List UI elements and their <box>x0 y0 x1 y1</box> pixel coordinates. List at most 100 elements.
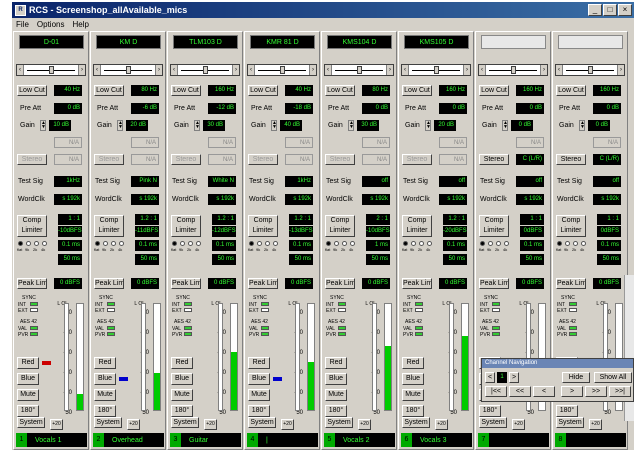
blue-button[interactable]: Blue <box>94 373 116 385</box>
filter-radio-button[interactable] <box>95 241 100 246</box>
mute-button[interactable]: Mute <box>325 389 347 401</box>
plus20-button[interactable]: +20 <box>281 419 294 430</box>
red-button[interactable]: Red <box>325 357 347 369</box>
comp-limiter-button[interactable]: Comp Limiter <box>17 215 47 237</box>
pan-right-arrow-icon[interactable]: › <box>540 65 547 75</box>
filter-radio-button[interactable] <box>334 241 339 246</box>
pan-left-arrow-icon[interactable]: ‹ <box>248 65 255 75</box>
peak-lim-button[interactable]: Peak Lim <box>248 278 278 289</box>
filter-radio-button[interactable] <box>573 241 578 246</box>
gain-spinner[interactable]: ▲ ▼ <box>117 120 123 131</box>
pan-left-arrow-icon[interactable]: ‹ <box>402 65 409 75</box>
menu-options[interactable]: Options <box>33 20 69 29</box>
maximize-button[interactable]: □ <box>603 4 617 16</box>
pan-slider[interactable]: ‹ › <box>170 64 240 76</box>
last-channel-button[interactable]: >>| <box>609 386 631 397</box>
filter-radio-button[interactable] <box>480 241 485 246</box>
comp-limiter-button[interactable]: Comp Limiter <box>171 215 201 237</box>
stereo-button[interactable]: Stereo <box>248 154 278 165</box>
filter-radio-button[interactable] <box>180 241 185 246</box>
filter-radio-button[interactable] <box>488 241 493 246</box>
filter-radio-button[interactable] <box>273 241 278 246</box>
plus20-button[interactable]: +20 <box>589 419 602 430</box>
comp-limiter-button[interactable]: Comp Limiter <box>248 215 278 237</box>
filter-radio-button[interactable] <box>26 241 31 246</box>
filter-radio-button[interactable] <box>188 241 193 246</box>
filter-radio-button[interactable] <box>326 241 331 246</box>
minimize-button[interactable]: _ <box>588 4 602 16</box>
pan-left-arrow-icon[interactable]: ‹ <box>171 65 178 75</box>
hide-button[interactable]: Hide <box>562 372 590 383</box>
pan-right-arrow-icon[interactable]: › <box>617 65 624 75</box>
phase-button[interactable]: 180° <box>248 405 270 417</box>
plus20-button[interactable]: +20 <box>204 419 217 430</box>
system-button[interactable]: System <box>556 417 584 428</box>
first-channel-button[interactable]: |<< <box>485 386 507 397</box>
mute-button[interactable]: Mute <box>17 389 39 401</box>
peak-lim-button[interactable]: Peak Lim <box>94 278 124 289</box>
blue-button[interactable]: Blue <box>325 373 347 385</box>
filter-radio-button[interactable] <box>496 241 501 246</box>
back-two-button[interactable]: << <box>509 386 531 397</box>
gain-spinner[interactable]: ▲ ▼ <box>502 120 508 131</box>
blue-button[interactable]: Blue <box>402 373 424 385</box>
pan-knob[interactable] <box>49 66 54 74</box>
comp-limiter-button[interactable]: Comp Limiter <box>556 215 586 237</box>
low-cut-button[interactable]: Low Cut <box>556 85 586 96</box>
filter-radio-button[interactable] <box>581 241 586 246</box>
stereo-button[interactable]: Stereo <box>325 154 355 165</box>
pan-right-arrow-icon[interactable]: › <box>78 65 85 75</box>
pan-slider[interactable]: ‹ › <box>401 64 471 76</box>
filter-radio-button[interactable] <box>419 241 424 246</box>
pan-knob[interactable] <box>357 66 362 74</box>
prev-page-button[interactable]: < <box>485 372 495 383</box>
gain-spinner[interactable]: ▲ ▼ <box>40 120 46 131</box>
pan-knob[interactable] <box>280 66 285 74</box>
pan-knob[interactable] <box>126 66 131 74</box>
red-button[interactable]: Red <box>17 357 39 369</box>
next-page-button[interactable]: > <box>509 372 519 383</box>
stereo-button[interactable]: Stereo <box>402 154 432 165</box>
pan-right-arrow-icon[interactable]: › <box>463 65 470 75</box>
system-button[interactable]: System <box>248 417 276 428</box>
filter-radio-button[interactable] <box>119 241 124 246</box>
low-cut-button[interactable]: Low Cut <box>171 85 201 96</box>
show-all-button[interactable]: Show All <box>594 372 632 383</box>
pan-left-arrow-icon[interactable]: ‹ <box>94 65 101 75</box>
menu-help[interactable]: Help <box>68 20 92 29</box>
filter-radio-button[interactable] <box>350 241 355 246</box>
phase-button[interactable]: 180° <box>171 405 193 417</box>
system-button[interactable]: System <box>17 417 45 428</box>
system-button[interactable]: System <box>479 417 507 428</box>
pan-knob[interactable] <box>203 66 208 74</box>
comp-limiter-button[interactable]: Comp Limiter <box>94 215 124 237</box>
peak-lim-button[interactable]: Peak Lim <box>325 278 355 289</box>
low-cut-button[interactable]: Low Cut <box>94 85 124 96</box>
pan-slider[interactable]: ‹ › <box>555 64 625 76</box>
filter-radio-button[interactable] <box>103 241 108 246</box>
red-button[interactable]: Red <box>94 357 116 369</box>
pan-left-arrow-icon[interactable]: ‹ <box>556 65 563 75</box>
blue-button[interactable]: Blue <box>171 373 193 385</box>
filter-radio-button[interactable] <box>403 241 408 246</box>
filter-radio-button[interactable] <box>504 241 509 246</box>
gain-spinner[interactable]: ▲ ▼ <box>271 120 277 131</box>
system-button[interactable]: System <box>402 417 430 428</box>
low-cut-button[interactable]: Low Cut <box>325 85 355 96</box>
phase-button[interactable]: 180° <box>94 405 116 417</box>
comp-limiter-button[interactable]: Comp Limiter <box>325 215 355 237</box>
pan-knob[interactable] <box>434 66 439 74</box>
filter-radio-button[interactable] <box>196 241 201 246</box>
filter-radio-button[interactable] <box>249 241 254 246</box>
low-cut-button[interactable]: Low Cut <box>402 85 432 96</box>
plus20-button[interactable]: +20 <box>512 419 525 430</box>
peak-lim-button[interactable]: Peak Lim <box>479 278 509 289</box>
comp-limiter-button[interactable]: Comp Limiter <box>402 215 432 237</box>
stereo-button[interactable]: Stereo <box>94 154 124 165</box>
red-button[interactable]: Red <box>248 357 270 369</box>
pan-knob[interactable] <box>511 66 516 74</box>
plus20-button[interactable]: +20 <box>358 419 371 430</box>
phase-button[interactable]: 180° <box>17 405 39 417</box>
gain-spinner[interactable]: ▲ ▼ <box>194 120 200 131</box>
red-button[interactable]: Red <box>402 357 424 369</box>
